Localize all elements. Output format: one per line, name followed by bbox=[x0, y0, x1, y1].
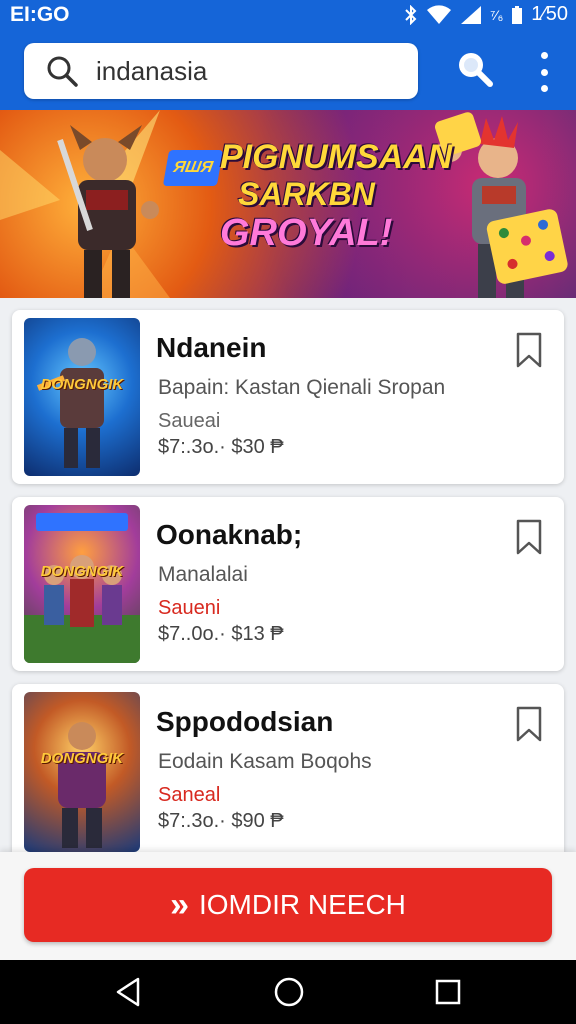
promo-banner[interactable]: ЯШЯ PIGNUMSAAN SARKBN GROYAL! bbox=[0, 110, 576, 298]
signal-text: ⁷⁄₆ bbox=[490, 6, 504, 23]
bottom-action-bar: » IOMDIR NEECH bbox=[0, 852, 576, 960]
cell-signal-icon bbox=[461, 5, 482, 24]
search-input[interactable] bbox=[94, 51, 398, 91]
listing-title: Oonaknab; bbox=[156, 519, 303, 550]
primary-action-button[interactable]: » IOMDIR NEECH bbox=[24, 868, 552, 942]
listing-price: $7:.3o.· $30 ₱ bbox=[158, 436, 284, 458]
thumbnail-label: DONGNGIK bbox=[40, 376, 124, 393]
listing-subtitle: Bapain: Kastan Qienali Sropan bbox=[158, 376, 446, 399]
thumbnail-label: DONGNGIK bbox=[40, 563, 124, 580]
listing-thumbnail: DONGNGIK bbox=[24, 505, 140, 663]
listing-subtitle: Eodain Kasam Boqohs bbox=[158, 750, 372, 773]
primary-action-label: IOMDIR NEECH bbox=[199, 889, 406, 920]
back-icon[interactable] bbox=[114, 976, 142, 1008]
app-bar bbox=[0, 30, 576, 110]
banner-tag: ЯШЯ bbox=[162, 150, 224, 186]
bookmark-icon[interactable] bbox=[514, 519, 544, 555]
battery-icon bbox=[512, 5, 523, 24]
listing-tag: Saueai bbox=[158, 410, 221, 432]
search-icon bbox=[47, 56, 78, 87]
bookmark-icon[interactable] bbox=[514, 706, 544, 742]
bookmark-icon[interactable] bbox=[514, 332, 544, 368]
status-time: EI:GO bbox=[10, 3, 70, 26]
banner-line-3: GROYAL! bbox=[220, 212, 393, 254]
search-button-icon[interactable] bbox=[456, 50, 494, 88]
thumbnail-label: DONGNGIK bbox=[40, 750, 124, 767]
recents-icon[interactable] bbox=[434, 976, 462, 1008]
bluetooth-icon bbox=[405, 4, 417, 25]
listing-title: Sppododsian bbox=[156, 706, 334, 737]
status-icons: ⁷⁄₆ 1⁄50 bbox=[404, 3, 568, 26]
listing-tag: Saueni bbox=[158, 597, 221, 619]
listing-thumbnail: DONGNGIK bbox=[24, 692, 140, 852]
status-bar: EI:GO ⁷⁄₆ 1⁄50 bbox=[0, 0, 576, 30]
banner-line-1: PIGNUMSAAN bbox=[220, 138, 453, 176]
listing-card[interactable]: DONGNGIK Oonaknab; Manalalai Saueni $7..… bbox=[12, 497, 564, 671]
wifi-icon bbox=[427, 4, 452, 24]
listing-tag: Saneal bbox=[158, 784, 221, 806]
chevron-right-double-icon: » bbox=[170, 885, 189, 924]
listing-card[interactable]: DONGNGIK Ndanein Bapain: Kastan Qienali … bbox=[12, 310, 564, 484]
listing-subtitle: Manalalai bbox=[158, 563, 248, 586]
banner-line-2: SARKBN bbox=[238, 176, 375, 212]
home-icon[interactable] bbox=[273, 976, 305, 1008]
more-options-icon[interactable] bbox=[530, 52, 558, 92]
listing-card[interactable]: DONGNGIK Sppododsian Eodain Kasam Boqohs… bbox=[12, 684, 564, 852]
listing-thumbnail: DONGNGIK bbox=[24, 318, 140, 476]
battery-text: 1⁄50 bbox=[531, 3, 568, 25]
system-nav-bar bbox=[0, 960, 576, 1024]
listing-price: $7..0o.· $13 ₱ bbox=[158, 623, 284, 645]
listing-price: $7:.3o.· $90 ₱ bbox=[158, 810, 284, 832]
search-box[interactable] bbox=[24, 43, 418, 99]
listing-title: Ndanein bbox=[156, 332, 267, 363]
